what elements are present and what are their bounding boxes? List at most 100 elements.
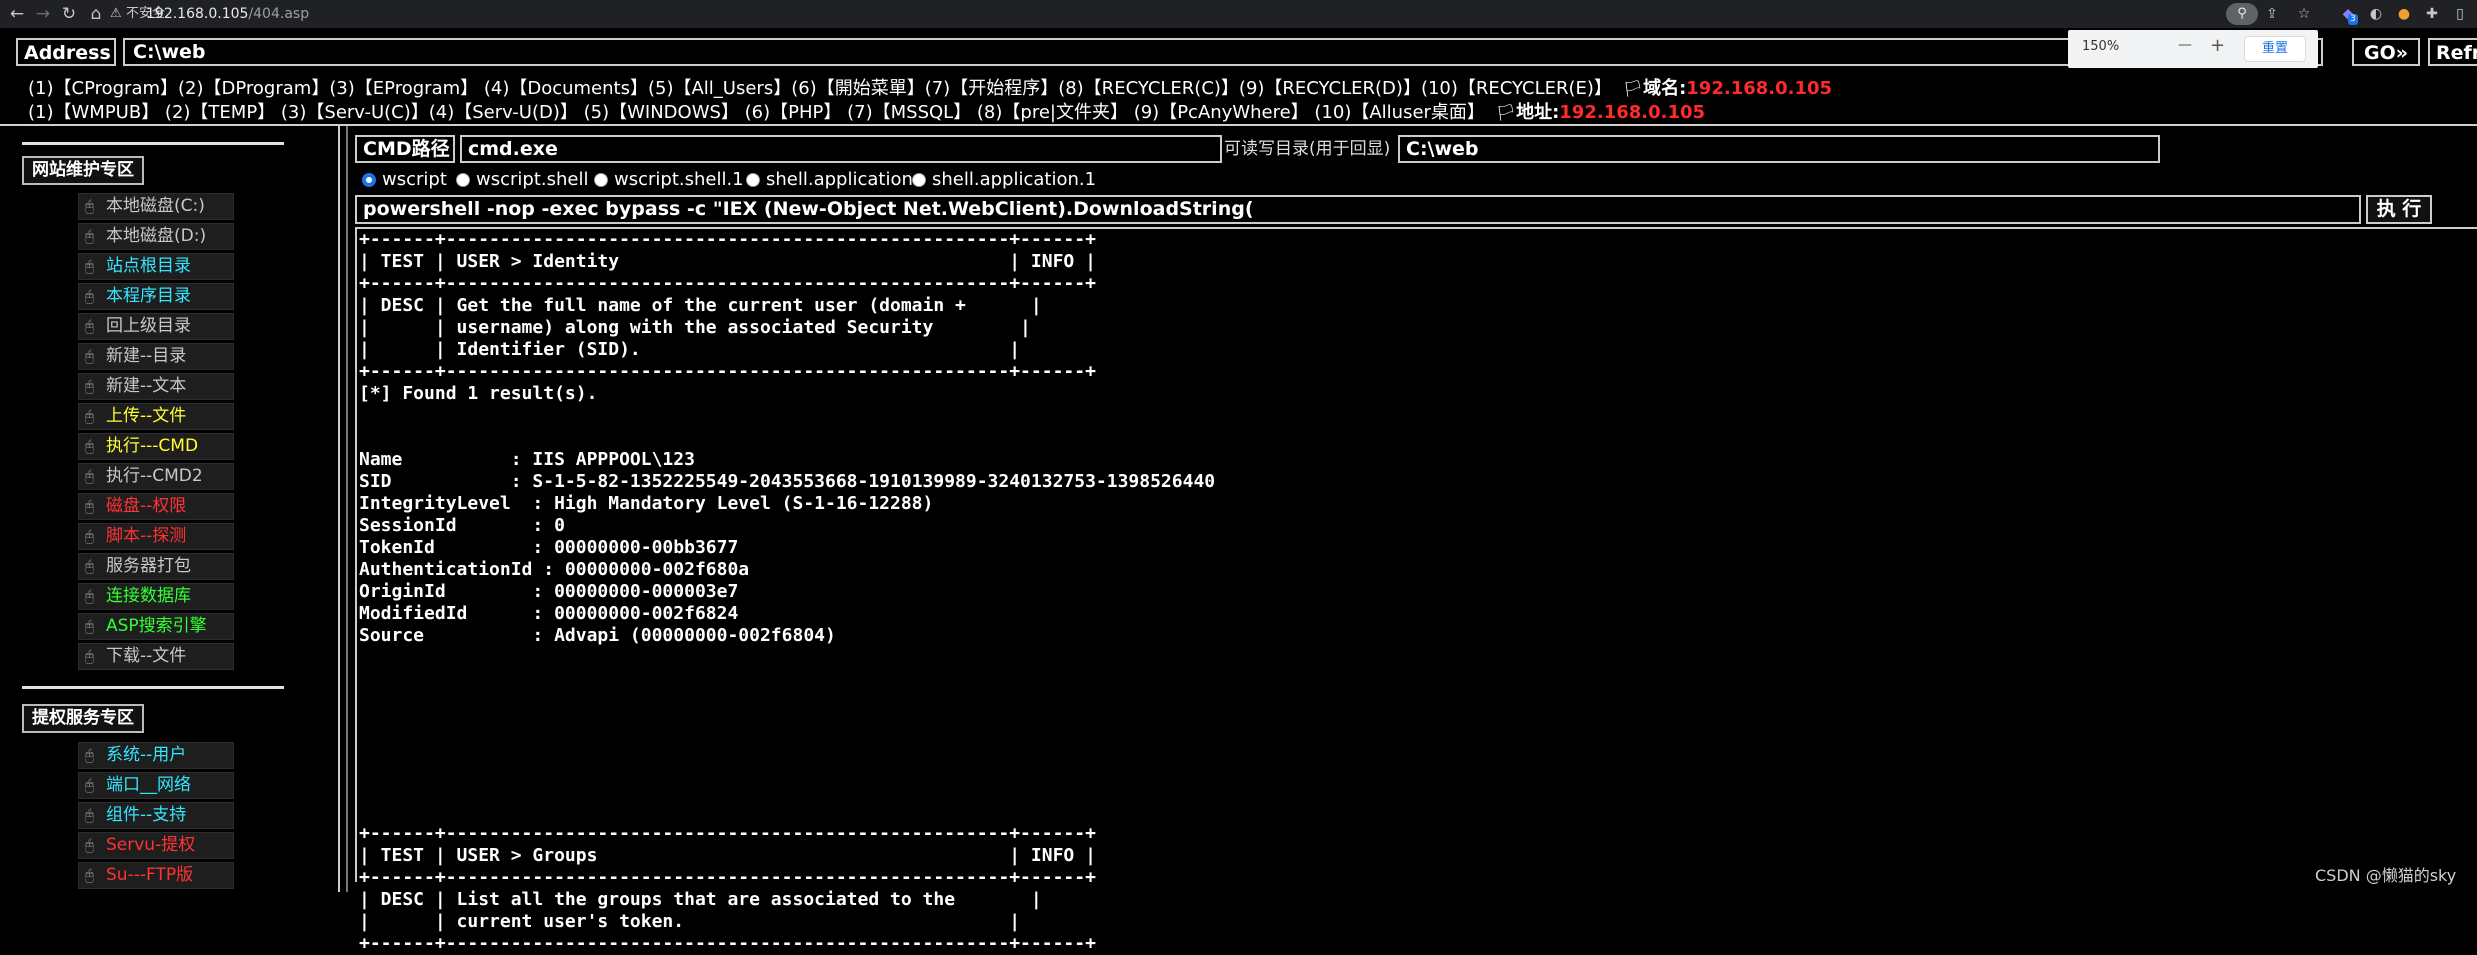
sidebar-item-label: 磁盘--权限	[106, 496, 187, 516]
cmd-path-input[interactable]: cmd.exe	[460, 135, 1222, 163]
sidebar-item-label: 本地磁盘(D:)	[106, 226, 207, 246]
sidebar-item[interactable]: 🖰 执行--CMD2	[78, 463, 234, 490]
radio-icon[interactable]	[746, 173, 760, 187]
shortcut-links[interactable]: (1)【CProgram】(2)【DProgram】(3)【EProgram】 …	[28, 78, 1612, 99]
zoom-out-button[interactable]: —	[2178, 37, 2192, 53]
address-info-label: 地址:	[1516, 102, 1560, 123]
radio-icon[interactable]	[456, 173, 470, 187]
shell-option-radio[interactable]: wscript.shell	[456, 170, 588, 190]
address-input[interactable]: C:\web	[123, 38, 2323, 66]
zoom-reset-button[interactable]: 重置	[2244, 36, 2306, 62]
extension-icon[interactable]: ●	[2394, 4, 2414, 24]
sidebar-item[interactable]: 🖰 新建--目录	[78, 343, 234, 370]
go-button[interactable]: GO»	[2352, 38, 2420, 66]
sidebar-item[interactable]: 🖰 服务器打包	[78, 553, 234, 580]
radio-icon[interactable]	[912, 173, 926, 187]
zoom-in-button[interactable]: +	[2210, 35, 2225, 56]
url-path: /404.asp	[248, 6, 310, 22]
extension-icon[interactable]: ◐	[2366, 4, 2386, 24]
sidebar-item[interactable]: 🖰 本地磁盘(D:)	[78, 223, 234, 250]
shell-option-radio[interactable]: wscript.shell.1	[594, 170, 744, 190]
radio-icon[interactable]	[594, 173, 608, 187]
sidebar-item[interactable]: 🖰 上传--文件	[78, 403, 234, 430]
radio-label: wscript.shell	[476, 169, 589, 190]
back-icon[interactable]: ←	[6, 3, 28, 25]
sidebar-item-label: 组件--支持	[106, 805, 187, 825]
sidebar-item[interactable]: 🖰 本程序目录	[78, 283, 234, 310]
sidebar-item-label: 脚本--探测	[106, 526, 187, 546]
mouse-icon: 🖰	[85, 746, 95, 764]
sidebar-item[interactable]: 🖰 磁盘--权限	[78, 493, 234, 520]
radio-label: wscript.shell.1	[614, 169, 744, 190]
browser-toolbar: ← → ↻ ⌂ ⚠ 不安全 192.168.0.105/404.asp ⚲ ⇪ …	[0, 0, 2477, 28]
mouse-icon: 🖰	[85, 317, 95, 335]
sidebar-item-label: 本程序目录	[106, 286, 191, 306]
sidebar-item-label: 站点根目录	[106, 256, 191, 276]
divider	[0, 124, 2477, 126]
mouse-icon: 🖰	[85, 287, 95, 305]
home-icon[interactable]: ⌂	[85, 3, 107, 25]
divider	[22, 142, 284, 145]
sidebar-item[interactable]: 🖰 脚本--探测	[78, 523, 234, 550]
flag-icon: 🏳	[1490, 103, 1517, 122]
sidebar-item[interactable]: 🖰 ASP搜索引擎	[78, 613, 234, 640]
divider	[338, 126, 340, 892]
cmd-path-label: CMD路径	[355, 135, 455, 163]
writable-dir-input[interactable]: C:\web	[1398, 135, 2160, 163]
sidebar-item-label: Servu-提权	[106, 835, 196, 855]
sidebar-item-label: 系统--用户	[106, 745, 187, 765]
zoom-popup: 150% — + 重置	[2068, 30, 2318, 68]
execute-button[interactable]: 执 行	[2366, 195, 2432, 224]
sidebar-item[interactable]: 🖰 执行---CMD	[78, 433, 234, 460]
sidebar-item[interactable]: 🖰 Su---FTP版	[78, 862, 234, 889]
mouse-icon: 🖰	[85, 806, 95, 824]
puzzle-icon[interactable]: ✚	[2422, 4, 2442, 24]
sidebar-item-label: 新建--文本	[106, 376, 187, 396]
reload-icon[interactable]: ↻	[58, 3, 80, 25]
sidebar-item-label: ASP搜索引擎	[106, 616, 207, 636]
shell-option-radio[interactable]: wscript	[362, 170, 447, 190]
forward-icon[interactable]: →	[32, 3, 54, 25]
sidebar-item-label: 执行---CMD	[106, 436, 199, 456]
share-icon[interactable]: ⇪	[2262, 4, 2282, 24]
sidebar-item[interactable]: 🖰 系统--用户	[78, 742, 234, 769]
shortcut-row-2[interactable]: (1)【WMPUB】 (2)【TEMP】 (3)【Serv-U(C)】(4)【S…	[28, 101, 1705, 125]
sidebar-item-label: 端口__网络	[106, 775, 191, 795]
flag-icon: 🏳	[1617, 79, 1644, 98]
sidebar-item[interactable]: 🖰 新建--文本	[78, 373, 234, 400]
shortcut-links[interactable]: (1)【WMPUB】 (2)【TEMP】 (3)【Serv-U(C)】(4)【S…	[28, 102, 1485, 123]
command-input[interactable]: powershell -nop -exec bypass -c "IEX (Ne…	[355, 195, 2361, 224]
sidebar-item[interactable]: 🖰 组件--支持	[78, 802, 234, 829]
sidebar-item[interactable]: 🖰 Servu-提权	[78, 832, 234, 859]
mouse-icon: 🖰	[85, 347, 95, 365]
mouse-icon: 🖰	[85, 227, 95, 245]
radio-icon[interactable]	[362, 173, 376, 187]
mouse-icon: 🖰	[85, 587, 95, 605]
address-label: Address	[16, 38, 116, 66]
shell-option-radio[interactable]: shell.application	[746, 170, 913, 190]
mouse-icon: 🖰	[85, 257, 95, 275]
shell-option-radio[interactable]: shell.application.1	[912, 170, 1096, 190]
mouse-icon: 🖰	[85, 197, 95, 215]
address-info-value: 192.168.0.105	[1559, 102, 1706, 123]
radio-label: shell.application.1	[932, 169, 1097, 190]
star-icon[interactable]: ☆	[2294, 4, 2314, 24]
mouse-icon: 🖰	[85, 776, 95, 794]
zoom-icon[interactable]: ⚲	[2226, 3, 2258, 25]
sidebar-item-label: 上传--文件	[106, 406, 187, 426]
radio-label: wscript	[382, 169, 447, 190]
sidebar-item[interactable]: 🖰 回上级目录	[78, 313, 234, 340]
sidebar-item[interactable]: 🖰 端口__网络	[78, 772, 234, 799]
url-bar[interactable]: ⚠ 不安全	[108, 4, 1628, 24]
sidebar-item[interactable]: 🖰 连接数据库	[78, 583, 234, 610]
sidebar-item[interactable]: 🖰 本地磁盘(C:)	[78, 193, 234, 220]
sidebar-item-label: Su---FTP版	[106, 865, 194, 885]
extension-badge: 3	[2348, 14, 2358, 25]
sidebar-item[interactable]: 🖰 下载--文件	[78, 643, 234, 670]
refresh-button[interactable]: Refr	[2428, 38, 2477, 66]
sidebar-item[interactable]: 🖰 站点根目录	[78, 253, 234, 280]
output-text: +------+--------------------------------…	[359, 229, 1216, 954]
shortcut-row-1[interactable]: (1)【CProgram】(2)【DProgram】(3)【EProgram】 …	[28, 77, 1832, 101]
sidebar-icon[interactable]: ▯	[2450, 4, 2470, 24]
domain-label: 域名:	[1643, 78, 1687, 99]
